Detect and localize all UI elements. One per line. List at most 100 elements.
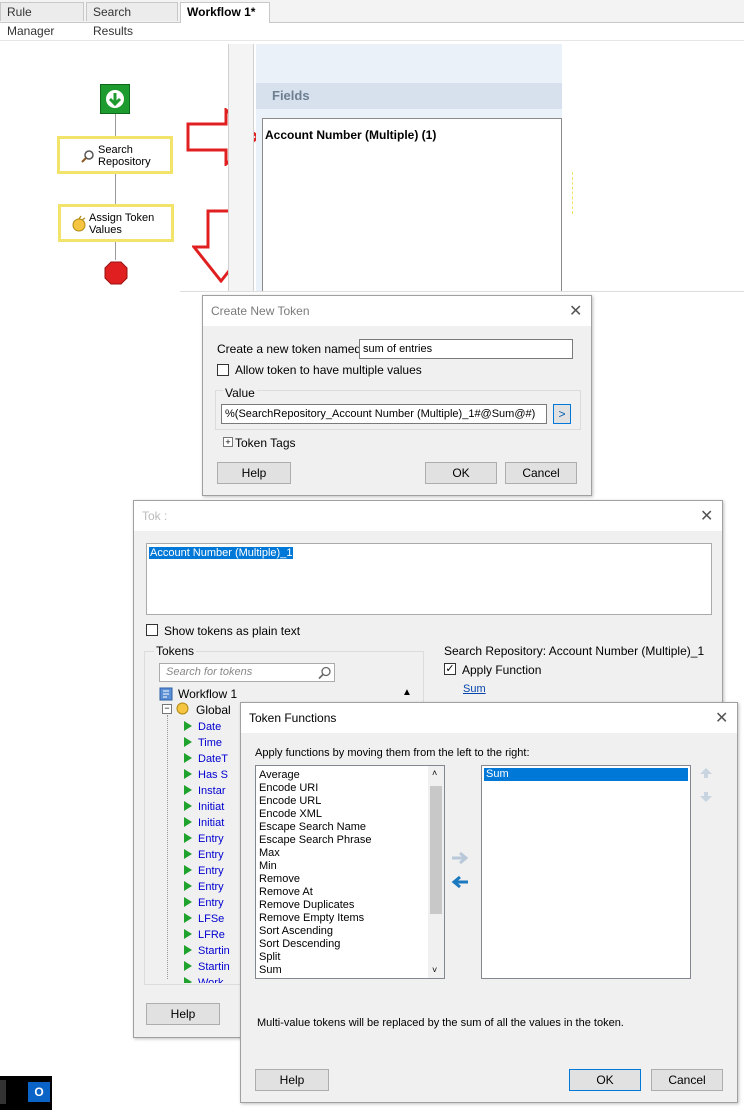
play-icon bbox=[184, 849, 192, 859]
tree-item-token[interactable]: Initiat bbox=[184, 815, 224, 831]
help-button[interactable]: Help bbox=[146, 1003, 220, 1025]
token-expression-editor[interactable]: Account Number (Multiple)_1 bbox=[146, 543, 712, 615]
cancel-button[interactable]: Cancel bbox=[505, 462, 577, 484]
tab-search-results[interactable]: Search Results bbox=[86, 2, 178, 38]
token-value-input[interactable]: %(SearchRepository_Account Number (Multi… bbox=[221, 404, 547, 424]
help-button[interactable]: Help bbox=[217, 462, 291, 484]
function-list-item[interactable]: Min bbox=[259, 860, 427, 873]
assign-token-values-activity[interactable]: Assign Token Values bbox=[58, 204, 174, 242]
cancel-button[interactable]: Cancel bbox=[651, 1069, 723, 1091]
function-list-item[interactable]: Escape Search Phrase bbox=[259, 834, 427, 847]
apply-function-checkbox[interactable]: ✓ bbox=[444, 663, 456, 675]
tree-item-token[interactable]: DateT bbox=[184, 751, 228, 767]
tree-item-global[interactable]: Global bbox=[196, 703, 231, 717]
workflow-stop-node-icon[interactable] bbox=[104, 261, 128, 285]
tree-item-token[interactable]: Instar bbox=[184, 783, 226, 799]
taskbar-item[interactable] bbox=[0, 1080, 6, 1104]
ok-button[interactable]: OK bbox=[569, 1069, 641, 1091]
scroll-down-icon[interactable]: ˅ bbox=[432, 964, 437, 977]
tree-item-token[interactable]: LFSe bbox=[184, 911, 224, 927]
function-list-item[interactable]: Sort Descending bbox=[259, 938, 427, 951]
divider bbox=[0, 40, 744, 41]
scroll-up-icon[interactable]: ▲ bbox=[402, 687, 412, 698]
tree-item-token[interactable]: Entry bbox=[184, 831, 224, 847]
move-down-icon[interactable] bbox=[699, 791, 713, 803]
tab-rule-manager[interactable]: Rule Manager bbox=[0, 2, 84, 38]
function-list-item[interactable]: Max bbox=[259, 847, 427, 860]
field-item-account-number[interactable]: Account Number (Multiple) (1) bbox=[265, 128, 436, 142]
play-icon bbox=[184, 769, 192, 779]
fields-list[interactable] bbox=[262, 118, 562, 292]
tree-item-token[interactable]: Entry bbox=[184, 847, 224, 863]
move-right-arrow-icon[interactable] bbox=[451, 851, 469, 865]
function-list-item[interactable]: Encode URL bbox=[259, 795, 427, 808]
token-tags-label[interactable]: Token Tags bbox=[235, 436, 296, 450]
tree-item-token[interactable]: Date bbox=[184, 719, 221, 735]
close-icon[interactable]: ✕ bbox=[700, 506, 713, 526]
expand-icon[interactable]: + bbox=[223, 437, 233, 447]
browse-token-button[interactable]: > bbox=[553, 404, 571, 424]
tree-item-token[interactable]: Entry bbox=[184, 895, 224, 911]
scrollbar[interactable]: ˄ ˅ bbox=[428, 766, 444, 978]
function-list-item[interactable]: Escape Search Name bbox=[259, 821, 427, 834]
applied-function-item[interactable]: Sum bbox=[484, 768, 688, 781]
apply-function-label: Apply Function bbox=[462, 663, 542, 677]
help-button[interactable]: Help bbox=[255, 1069, 329, 1091]
workflow-start-node[interactable] bbox=[100, 84, 130, 114]
play-icon bbox=[184, 833, 192, 843]
show-plain-text-checkbox[interactable] bbox=[146, 624, 158, 636]
tree-item-token[interactable]: LFRe bbox=[184, 927, 225, 943]
scrollbar-thumb[interactable] bbox=[430, 786, 442, 914]
token-name-input[interactable]: sum of entries bbox=[359, 339, 573, 359]
play-icon bbox=[184, 721, 192, 731]
right-pane-header: Search Repository: Account Number (Multi… bbox=[444, 644, 705, 658]
tree-item-workflow[interactable]: Workflow 1 bbox=[178, 687, 237, 701]
function-list-item[interactable]: Remove At bbox=[259, 886, 427, 899]
function-list-item[interactable]: Sort Ascending bbox=[259, 925, 427, 938]
available-functions-list[interactable]: Average Encode URI Encode URL Encode XML Esc… bbox=[255, 765, 445, 979]
function-list-item[interactable]: Sum bbox=[259, 964, 427, 977]
function-list-item[interactable]: Remove bbox=[259, 873, 427, 886]
sum-function-link[interactable]: Sum bbox=[463, 683, 486, 695]
tree-item-token[interactable]: Time bbox=[184, 735, 222, 751]
scroll-up-icon[interactable]: ˄ bbox=[432, 767, 437, 780]
tree-item-token[interactable]: Has S bbox=[184, 767, 228, 783]
function-list-item[interactable]: Split bbox=[259, 951, 427, 964]
workflow-icon bbox=[159, 687, 173, 701]
move-up-icon[interactable] bbox=[699, 767, 713, 779]
tree-item-token[interactable]: Startin bbox=[184, 943, 230, 959]
tree-item-token[interactable]: Entry bbox=[184, 863, 224, 879]
pane-splitter[interactable] bbox=[228, 44, 254, 292]
allow-multiple-checkbox[interactable] bbox=[217, 364, 229, 376]
workflow-connector bbox=[115, 242, 116, 260]
play-icon bbox=[184, 929, 192, 939]
tree-item-token[interactable]: Initiat bbox=[184, 799, 224, 815]
tree-item-label: Startin bbox=[198, 945, 230, 957]
close-icon[interactable]: ✕ bbox=[569, 301, 582, 321]
tree-item-label: Startin bbox=[198, 961, 230, 973]
function-list-item[interactable]: Encode XML bbox=[259, 808, 427, 821]
assign-token-values-label: Assign Token Values bbox=[89, 212, 155, 236]
tree-item-token[interactable]: Work bbox=[184, 975, 223, 983]
token-search-box[interactable]: Search for tokens bbox=[159, 663, 335, 682]
outlook-icon[interactable]: O bbox=[28, 1082, 50, 1102]
token-expression-text: Account Number (Multiple)_1 bbox=[149, 547, 294, 559]
search-repository-activity[interactable]: Search Repository bbox=[57, 136, 173, 174]
search-icon[interactable] bbox=[318, 666, 332, 680]
value-label: Value bbox=[223, 386, 257, 400]
collapse-icon[interactable]: − bbox=[162, 704, 172, 714]
tree-item-token[interactable]: Entry bbox=[184, 879, 224, 895]
function-list-item[interactable]: Average bbox=[259, 769, 427, 782]
applied-functions-list[interactable]: Sum bbox=[481, 765, 691, 979]
function-list-item[interactable]: Encode URI bbox=[259, 782, 427, 795]
function-list-item[interactable]: Remove Empty Items bbox=[259, 912, 427, 925]
move-left-arrow-icon[interactable] bbox=[451, 875, 469, 889]
function-list-item[interactable]: Remove Duplicates bbox=[259, 899, 427, 912]
tree-item-label: LFRe bbox=[198, 929, 225, 941]
close-icon[interactable]: ✕ bbox=[715, 708, 728, 728]
tree-item-label: Initiat bbox=[198, 817, 225, 829]
tab-workflow-1[interactable]: Workflow 1* bbox=[180, 2, 270, 23]
tree-item-token[interactable]: Startin bbox=[184, 959, 230, 975]
fields-header: Fields bbox=[256, 83, 562, 109]
ok-button[interactable]: OK bbox=[425, 462, 497, 484]
